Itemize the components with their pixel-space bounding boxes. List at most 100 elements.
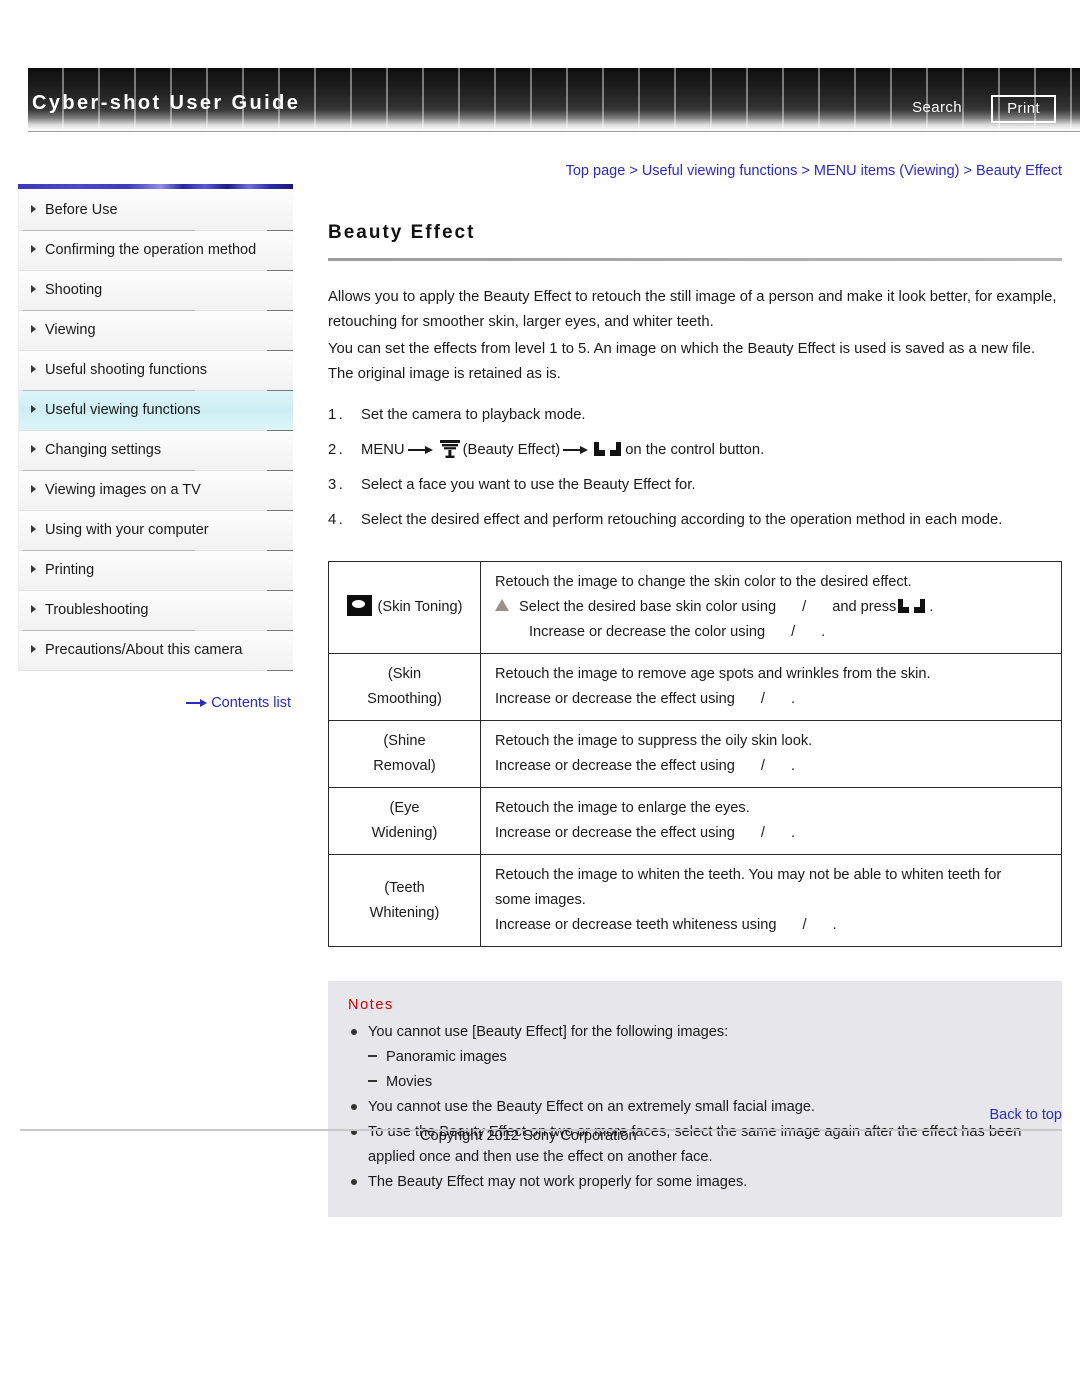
step-text: Select the desired effect and perform re… xyxy=(361,512,1003,528)
procedure-step-1: 1. Set the camera to playback mode. xyxy=(328,403,1062,428)
copyright-text: Copyright 2012 Sony Corporation xyxy=(420,1128,637,1144)
table-desc-line: Increase or decrease the effect using /. xyxy=(495,687,1051,712)
bullet-dot-icon xyxy=(351,1029,357,1035)
notes-panel: Notes You cannot use [Beauty Effect] for… xyxy=(328,981,1062,1217)
table-desc-text: Increase or decrease the effect using xyxy=(495,691,735,707)
sidebar-item-useful-shooting-functions[interactable]: Useful shooting functions xyxy=(18,351,293,391)
breadcrumb-item-1[interactable]: Useful viewing functions xyxy=(642,163,798,179)
table-desc-line: Retouch the image to remove age spots an… xyxy=(495,662,1051,687)
period: . xyxy=(929,599,934,615)
procedure-steps: 1. Set the camera to playback mode. 2. MENU… xyxy=(328,403,1062,533)
table-desc-line: Retouch the image to enlarge the eyes. xyxy=(495,796,1051,821)
table-cell-mode: (Skin Smoothing) xyxy=(328,653,481,721)
table-desc-line: some images. xyxy=(495,888,1051,913)
sidebar-item-printing[interactable]: Printing xyxy=(18,551,293,591)
skin-toning-icon xyxy=(346,595,372,616)
triangle-marker-icon xyxy=(495,599,509,611)
table-desc-line: Increase or decrease the effect using /. xyxy=(495,821,1051,846)
slash-separator: / xyxy=(802,917,807,933)
control-button-icon xyxy=(594,442,622,456)
table-desc-line: Retouch the image to whiten the teeth. Y… xyxy=(495,863,1051,888)
step-text: Select a face you want to use the Beauty… xyxy=(361,477,696,493)
table-desc-text: Retouch the image to suppress the oily s… xyxy=(495,733,813,749)
intro-paragraph-1: Allows you to apply the Beauty Effect to… xyxy=(328,289,1057,330)
chevron-right-icon xyxy=(31,565,36,573)
table-row: (Skin Toning) Retouch the image to change… xyxy=(328,561,1062,654)
table-cell-description: Retouch the image to enlarge the eyes. In… xyxy=(480,787,1062,855)
sidebar-item-label: Precautions/About this camera xyxy=(45,642,243,658)
table-desc-text: Increase or decrease teeth whiteness usi… xyxy=(495,917,777,933)
chevron-right-icon xyxy=(31,485,36,493)
print-button[interactable]: Print xyxy=(991,95,1056,123)
breadcrumb-item-2[interactable]: MENU items (Viewing) xyxy=(814,163,960,179)
procedure-step-4: 4. Select the desired effect and perform … xyxy=(328,508,1062,533)
sidebar-item-label: Useful shooting functions xyxy=(45,362,208,378)
chevron-right-icon xyxy=(31,325,36,333)
sidebar-item-viewing[interactable]: Viewing xyxy=(18,311,293,351)
table-desc-text: Retouch the image to enlarge the eyes. xyxy=(495,800,750,816)
sidebar-item-changing-settings[interactable]: Changing settings xyxy=(18,431,293,471)
table-desc-text: Increase or decrease the effect using xyxy=(495,758,735,774)
chevron-right-icon xyxy=(31,605,36,613)
slash-separator: / xyxy=(760,825,765,841)
step-number: 1. xyxy=(328,407,346,423)
breadcrumb-separator: > xyxy=(963,163,972,179)
sidebar-item-label: Viewing xyxy=(45,322,96,338)
arrow-right-icon xyxy=(186,698,208,708)
table-cell-description: Retouch the image to suppress the oily s… xyxy=(480,720,1062,788)
chevron-right-icon xyxy=(31,285,36,293)
sidebar-item-viewing-images-on-a-tv[interactable]: Viewing images on a TV xyxy=(18,471,293,511)
search-button[interactable]: Search xyxy=(912,99,962,116)
step-number: 3. xyxy=(328,477,346,493)
table-cell-description: Retouch the image to change the skin col… xyxy=(480,561,1062,654)
sidebar-item-useful-viewing-functions[interactable]: Useful viewing functions xyxy=(18,391,293,431)
note-text: The Beauty Effect may not work properly … xyxy=(368,1174,748,1190)
chevron-right-icon xyxy=(31,525,36,533)
table-desc-text: Increase or decrease the color using xyxy=(529,624,766,640)
table-desc-text: Retouch the image to whiten the teeth. Y… xyxy=(495,867,1002,883)
step-suffix: on the control button. xyxy=(625,442,765,458)
period: . xyxy=(790,825,795,841)
sidebar-item-label: Confirming the operation method xyxy=(45,242,257,258)
table-cell-mode: (Skin Toning) xyxy=(328,561,481,654)
step-icon-label: (Beauty Effect) xyxy=(462,442,561,458)
table-cell-mode: (Eye Widening) xyxy=(328,787,481,855)
slash-separator: / xyxy=(802,599,807,615)
sidebar-item-using-with-your-computer[interactable]: Using with your computer xyxy=(18,511,293,551)
sidebar-item-label: Using with your computer xyxy=(45,522,209,538)
notes-title: Notes xyxy=(348,997,394,1013)
mode-label: (Skin xyxy=(387,666,422,682)
sidebar-item-before-use[interactable]: Before Use xyxy=(18,191,293,231)
mode-label-line2: Widening) xyxy=(371,825,438,841)
table-cell-description: Retouch the image to whiten the teeth. Y… xyxy=(480,854,1062,947)
chevron-right-icon xyxy=(31,645,36,653)
sidebar-item-shooting[interactable]: Shooting xyxy=(18,271,293,311)
chevron-right-icon xyxy=(31,445,36,453)
note-sub-item: Movies xyxy=(348,1070,1040,1095)
table-desc-line: Retouch the image to change the skin col… xyxy=(495,570,1051,595)
intro-paragraph-2: You can set the effects from level 1 to … xyxy=(328,341,1036,382)
header-underline xyxy=(28,131,1080,132)
breadcrumb-item-3: Beauty Effect xyxy=(976,163,1062,179)
table-row: (Eye Widening) Retouch the image to enlarg… xyxy=(328,787,1062,855)
mode-label: (Skin Toning) xyxy=(377,599,463,615)
period: . xyxy=(790,691,795,707)
contents-list-link[interactable]: Contents list xyxy=(18,695,293,711)
sidebar-item-troubleshooting[interactable]: Troubleshooting xyxy=(18,591,293,631)
back-to-top-link[interactable]: Back to top xyxy=(328,1107,1062,1123)
arrow-right-icon xyxy=(407,444,434,456)
period: . xyxy=(832,917,837,933)
breadcrumb-item-0[interactable]: Top page xyxy=(566,163,626,179)
sidebar-item-confirming-the-operation-method[interactable]: Confirming the operation method xyxy=(18,231,293,271)
chevron-right-icon xyxy=(31,365,36,373)
mode-label-line2: Whitening) xyxy=(369,904,440,921)
mode-label-line2: Removal) xyxy=(373,758,436,774)
sidebar-nav: Before Use Confirming the operation metho… xyxy=(18,184,293,711)
sidebar-item-label: Before Use xyxy=(45,202,118,218)
step-text: MENU xyxy=(361,442,405,458)
table-desc-line: Increase or decrease the effect using /. xyxy=(495,754,1051,779)
table-desc-text: Retouch the image to change the skin col… xyxy=(495,574,912,590)
sidebar-item-precautions-about-this-camera[interactable]: Precautions/About this camera xyxy=(18,631,293,671)
note-sub-item: Panoramic images xyxy=(348,1045,1040,1070)
breadcrumb-separator: > xyxy=(629,163,638,179)
